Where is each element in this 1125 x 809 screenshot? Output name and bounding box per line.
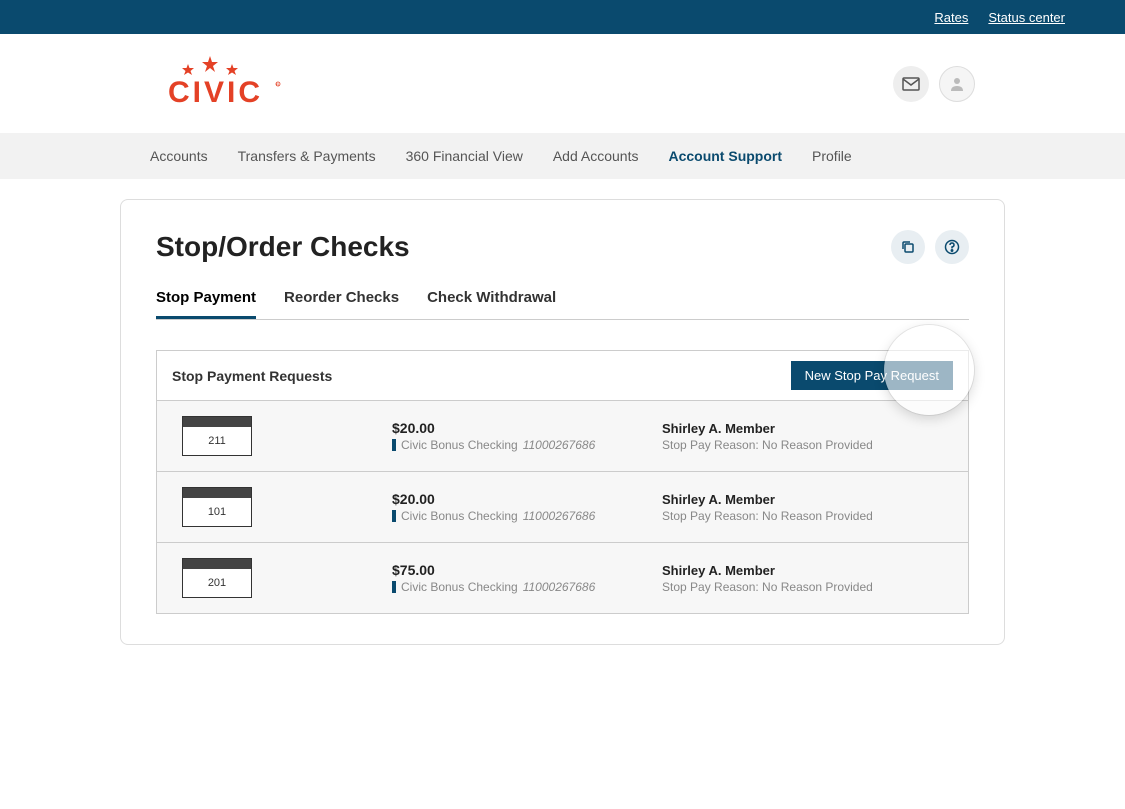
tab-stop-payment[interactable]: Stop Payment	[156, 289, 256, 319]
account-number: 11000267686	[523, 438, 596, 452]
account-name: Civic Bonus Checking	[401, 509, 518, 523]
profile-icon	[949, 76, 965, 92]
stop-payment-section: Stop Payment Requests New Stop Pay Reque…	[156, 350, 969, 614]
header: CIVIC R	[0, 34, 1125, 133]
page-title: Stop/Order Checks	[156, 231, 410, 263]
tabs: Stop Payment Reorder Checks Check Withdr…	[156, 289, 969, 320]
nav-transfers-payments[interactable]: Transfers & Payments	[238, 148, 376, 164]
account-name: Civic Bonus Checking	[401, 438, 518, 452]
status-center-link[interactable]: Status center	[988, 10, 1065, 25]
nav-add-accounts[interactable]: Add Accounts	[553, 148, 639, 164]
page-header: Stop/Order Checks	[156, 230, 969, 264]
stop-pay-reason: Stop Pay Reason: No Reason Provided	[662, 509, 953, 523]
member-name: Shirley A. Member	[662, 421, 953, 436]
amount-column: $20.00 Civic Bonus Checking 11000267686	[392, 420, 642, 452]
header-icons	[893, 66, 975, 102]
tab-reorder-checks[interactable]: Reorder Checks	[284, 289, 399, 319]
account-bar-icon	[392, 439, 396, 451]
account-number: 11000267686	[523, 580, 596, 594]
card: Stop/Order Checks St	[120, 199, 1005, 645]
nav-account-support[interactable]: Account Support	[668, 148, 782, 164]
amount-column: $75.00 Civic Bonus Checking 11000267686	[392, 562, 642, 594]
logo[interactable]: CIVIC R	[150, 54, 290, 113]
section-title: Stop Payment Requests	[172, 368, 332, 384]
check-icon: 101	[182, 487, 252, 527]
amount-column: $20.00 Civic Bonus Checking 11000267686	[392, 491, 642, 523]
check-icon: 211	[182, 416, 252, 456]
stop-pay-reason: Stop Pay Reason: No Reason Provided	[662, 580, 953, 594]
account-number: 11000267686	[523, 509, 596, 523]
request-row[interactable]: 201 $75.00 Civic Bonus Checking 11000267…	[157, 543, 968, 613]
check-icon: 201	[182, 558, 252, 598]
request-row[interactable]: 211 $20.00 Civic Bonus Checking 11000267…	[157, 401, 968, 472]
check-number: 201	[183, 569, 251, 597]
section-wrapper: Stop Payment Requests New Stop Pay Reque…	[156, 350, 969, 614]
profile-icon-button[interactable]	[939, 66, 975, 102]
member-column: Shirley A. Member Stop Pay Reason: No Re…	[662, 563, 953, 594]
top-bar: Rates Status center	[0, 0, 1125, 34]
nav-360-financial-view[interactable]: 360 Financial View	[406, 148, 523, 164]
amount: $20.00	[392, 491, 642, 507]
svg-text:R: R	[276, 82, 279, 87]
nav-bar: Accounts Transfers & Payments 360 Financ…	[0, 133, 1125, 179]
check-number: 101	[183, 498, 251, 526]
member-column: Shirley A. Member Stop Pay Reason: No Re…	[662, 421, 953, 452]
stop-pay-reason: Stop Pay Reason: No Reason Provided	[662, 438, 953, 452]
member-name: Shirley A. Member	[662, 563, 953, 578]
tab-check-withdrawal[interactable]: Check Withdrawal	[427, 289, 556, 319]
new-stop-pay-request-button[interactable]: New Stop Pay Request	[791, 361, 953, 390]
rates-link[interactable]: Rates	[934, 10, 968, 25]
help-icon	[944, 239, 960, 255]
amount: $20.00	[392, 420, 642, 436]
svg-text:CIVIC: CIVIC	[168, 76, 263, 109]
account-bar-icon	[392, 581, 396, 593]
account-bar-icon	[392, 510, 396, 522]
mail-icon-button[interactable]	[893, 66, 929, 102]
nav-accounts[interactable]: Accounts	[150, 148, 208, 164]
member-column: Shirley A. Member Stop Pay Reason: No Re…	[662, 492, 953, 523]
copy-button[interactable]	[891, 230, 925, 264]
account-name: Civic Bonus Checking	[401, 580, 518, 594]
amount: $75.00	[392, 562, 642, 578]
section-header: Stop Payment Requests New Stop Pay Reque…	[157, 351, 968, 401]
request-row[interactable]: 101 $20.00 Civic Bonus Checking 11000267…	[157, 472, 968, 543]
member-name: Shirley A. Member	[662, 492, 953, 507]
page-actions	[891, 230, 969, 264]
help-button[interactable]	[935, 230, 969, 264]
content-wrapper: Stop/Order Checks St	[0, 179, 1125, 665]
check-number: 211	[183, 427, 251, 455]
nav-profile[interactable]: Profile	[812, 148, 852, 164]
copy-icon	[900, 239, 916, 255]
mail-icon	[902, 77, 920, 91]
